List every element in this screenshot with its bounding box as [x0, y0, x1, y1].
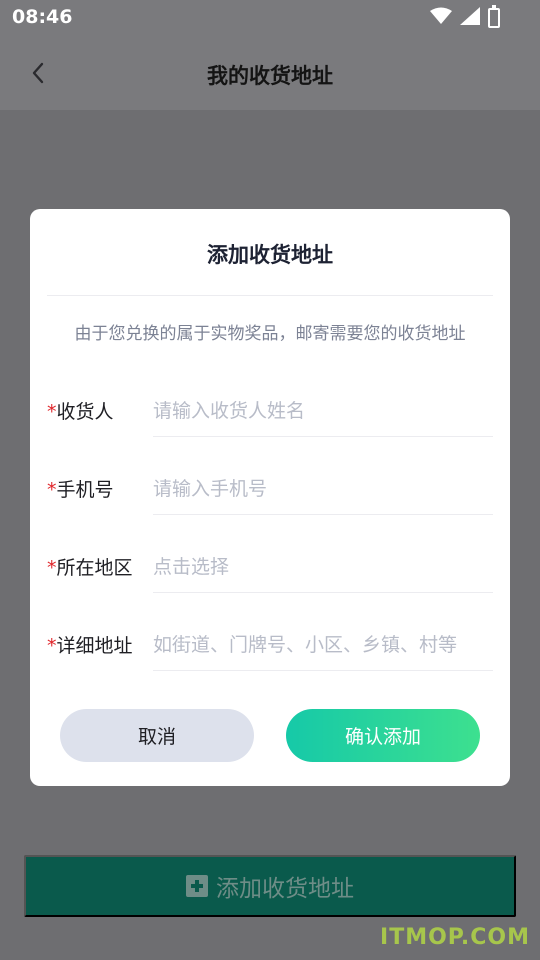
divider	[47, 295, 493, 296]
cancel-button[interactable]: 取消	[60, 709, 254, 762]
watermark: ITMOP.COM	[380, 925, 530, 950]
required-mark: *	[47, 479, 57, 501]
phone-label: *手机号	[47, 475, 114, 502]
nav-bar: 我的收货地址	[0, 36, 540, 110]
wifi-icon	[430, 7, 452, 29]
form-row-recipient: *收货人	[47, 385, 493, 437]
back-arrow-icon[interactable]	[24, 58, 52, 88]
form-row-detail-address: *详细地址	[47, 619, 493, 671]
required-mark: *	[47, 635, 57, 657]
region-label: *所在地区	[47, 553, 133, 580]
add-address-label: 添加收货地址	[216, 875, 354, 901]
battery-icon	[488, 5, 500, 28]
region-label-text: 所在地区	[56, 557, 133, 579]
status-icons	[430, 5, 500, 29]
confirm-add-button[interactable]: 确认添加	[286, 709, 480, 762]
recipient-name-input[interactable]	[153, 385, 493, 437]
dialog-title: 添加收货地址	[207, 243, 333, 267]
recipient-label: *收货人	[47, 397, 114, 424]
dialog-subtitle: 由于您兑换的属于实物奖品，邮寄需要您的收货地址	[74, 324, 466, 344]
page-title: 我的收货地址	[207, 64, 333, 88]
detail-address-input[interactable]	[153, 619, 493, 671]
plus-square-icon	[186, 875, 208, 897]
cellular-signal-icon	[460, 7, 480, 29]
recipient-label-text: 收货人	[56, 401, 114, 423]
add-address-dialog: 添加收货地址 由于您兑换的属于实物奖品，邮寄需要您的收货地址 *收货人 *手机号…	[30, 209, 510, 786]
status-time: 08:46	[12, 6, 73, 28]
required-mark: *	[47, 557, 57, 579]
form-row-region: *所在地区	[47, 541, 493, 593]
required-mark: *	[47, 401, 57, 423]
detail-address-label-text: 详细地址	[56, 635, 133, 657]
phone-input[interactable]	[153, 463, 493, 515]
status-bar: 08:46	[0, 0, 540, 36]
add-address-button[interactable]: 添加收货地址	[24, 855, 516, 917]
region-select[interactable]	[153, 541, 493, 593]
form-row-phone: *手机号	[47, 463, 493, 515]
phone-label-text: 手机号	[56, 479, 114, 501]
detail-address-label: *详细地址	[47, 631, 133, 658]
